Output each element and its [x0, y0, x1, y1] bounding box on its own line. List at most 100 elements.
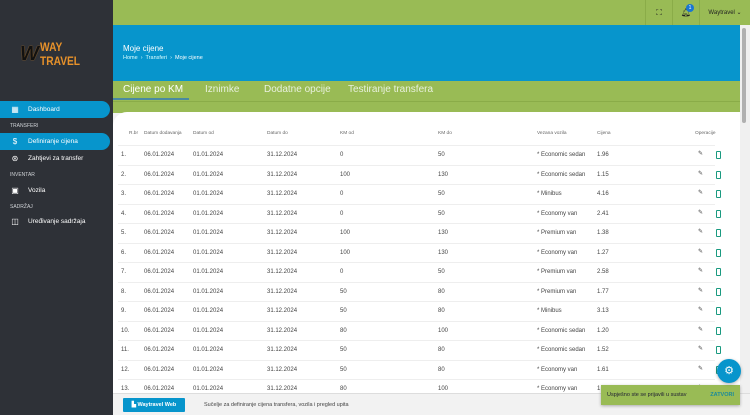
table-cell: 31.12.2024: [267, 386, 298, 392]
edit-icon[interactable]: ✎: [698, 326, 703, 333]
delete-icon[interactable]: [716, 209, 721, 218]
edit-icon[interactable]: ✎: [698, 170, 703, 177]
table-cell: 2.: [121, 171, 127, 178]
column-header: Vezana vozila: [537, 131, 567, 136]
sidebar-item-zahtjevi[interactable]: ⊛ Zahtjevi za transfer: [0, 150, 110, 167]
sidebar-item-definiranje-cijena[interactable]: $ Definiranje cijena: [0, 133, 110, 150]
table-cell: 06.01.2024: [144, 347, 175, 353]
delete-icon[interactable]: [716, 170, 721, 179]
active-tab-indicator: [113, 98, 189, 100]
delete-icon[interactable]: [716, 248, 721, 257]
table-cell: * Economic sedan: [537, 171, 586, 178]
sidebar-item-uredivanje[interactable]: ◫ Uređivanje sadržaja: [0, 213, 110, 230]
table-cell: * Economic sedan: [537, 327, 586, 334]
table-cell: 100: [438, 386, 449, 392]
toast-message: Uspješno ste se prijavili u sustav: [607, 392, 687, 398]
waytravel-web-button[interactable]: ▙ Waytravel Web: [123, 398, 185, 412]
edit-icon[interactable]: ✎: [698, 365, 703, 372]
edit-icon[interactable]: ✎: [698, 209, 703, 216]
delete-icon[interactable]: [716, 326, 721, 335]
table-cell: 100: [340, 171, 351, 178]
delete-icon[interactable]: [716, 268, 721, 276]
table-cell: 0: [340, 210, 344, 217]
table-cell: 31.12.2024: [267, 288, 298, 295]
table-cell: 0: [340, 152, 344, 158]
table-cell: 130: [438, 230, 449, 236]
breadcrumb-transferi[interactable]: Transferi: [146, 55, 168, 61]
settings-fab[interactable]: ⚙: [717, 359, 741, 383]
table-cell: 4.: [121, 210, 127, 217]
table-row: 6. 06.01.2024 01.01.2024 31.12.2024 100 130 * …: [118, 242, 721, 263]
table-cell: 01.01.2024: [193, 230, 224, 236]
edit-icon[interactable]: ✎: [698, 345, 703, 352]
table-cell: 06.01.2024: [144, 366, 175, 373]
tab-cijene-po-km[interactable]: Cijene po KM: [123, 84, 183, 95]
edit-icon[interactable]: ✎: [698, 287, 703, 294]
page-header: Moje cijene Home › Transferi › Moje cije…: [113, 25, 740, 81]
table-cell: 06.01.2024: [144, 288, 175, 295]
user-menu[interactable]: Waytravel ⌄: [699, 0, 750, 25]
table-cell: 31.12.2024: [267, 171, 298, 178]
notifications-button[interactable]: 🔔︎: [672, 0, 699, 25]
toast-close-button[interactable]: ZATVORI: [710, 392, 734, 398]
table-cell: 0: [340, 191, 344, 197]
tab-divider: [113, 101, 740, 102]
prices-table: R.br Datum dodavanja Datum od Datum do KM od…: [113, 112, 740, 393]
edit-icon[interactable]: ✎: [698, 150, 703, 157]
column-header: R.br: [129, 131, 139, 136]
toast: Uspješno ste se prijavili u sustav ZATVOR…: [601, 385, 740, 405]
table-cell: 06.01.2024: [144, 210, 175, 217]
delete-icon[interactable]: [716, 190, 721, 198]
table-cell: 13.: [121, 386, 130, 392]
delete-icon[interactable]: [716, 229, 721, 237]
edit-icon[interactable]: ✎: [698, 248, 703, 255]
table-cell: 9.: [121, 308, 127, 314]
table-cell: 31.12.2024: [267, 230, 298, 236]
delete-icon[interactable]: [716, 151, 721, 159]
tab-testiranje-transfera[interactable]: Testiranje transfera: [348, 84, 433, 95]
table-cell: 01.01.2024: [193, 347, 224, 353]
sidebar-item-vozila[interactable]: ▣ Vozila: [0, 182, 110, 199]
fullscreen-button[interactable]: ⛶: [645, 0, 672, 25]
table-cell: 50: [340, 347, 347, 353]
label: Dashboard: [28, 106, 60, 113]
table-cell: 06.01.2024: [144, 152, 175, 158]
delete-icon[interactable]: [716, 346, 721, 354]
column-header: Cijena: [597, 131, 611, 136]
edit-icon[interactable]: ✎: [698, 306, 703, 313]
breadcrumb-home[interactable]: Home: [123, 55, 138, 61]
section-transferi: TRANSFERI: [10, 123, 39, 129]
table-cell: 80: [438, 366, 445, 373]
top-bar: ⛶ 🔔︎ Waytravel ⌄: [113, 0, 750, 25]
delete-icon[interactable]: [716, 307, 721, 315]
table-cell: 06.01.2024: [144, 171, 175, 178]
content-icon: ◫: [11, 217, 19, 226]
table-cell: * Minibus: [537, 308, 562, 314]
scrollbar[interactable]: [740, 25, 750, 393]
table-cell: 31.12.2024: [267, 249, 298, 256]
table-row: 12. 06.01.2024 01.01.2024 31.12.2024 50 80 * E…: [118, 359, 721, 380]
delete-icon[interactable]: [716, 287, 721, 296]
table-cell: 50: [438, 269, 445, 275]
edit-icon[interactable]: ✎: [698, 228, 703, 235]
breadcrumb: Home › Transferi › Moje cijene: [123, 55, 203, 61]
tab-iznimke[interactable]: Iznimke: [205, 84, 239, 95]
table-cell: 50: [340, 308, 347, 314]
table-cell: 31.12.2024: [267, 269, 298, 275]
table-row: 3. 06.01.2024 01.01.2024 31.12.2024 0 50 * Min…: [118, 184, 721, 204]
edit-icon[interactable]: ✎: [698, 267, 703, 274]
table-cell: 50: [438, 191, 445, 197]
table-cell: 80: [340, 386, 347, 392]
label: Uređivanje sadržaja: [28, 218, 86, 225]
table-cell: 01.01.2024: [193, 191, 224, 197]
table-cell: 6.: [121, 249, 127, 256]
sidebar-item-dashboard[interactable]: ▦ Dashboard: [0, 101, 110, 118]
table-cell: 01.01.2024: [193, 249, 224, 256]
table-row: 2. 06.01.2024 01.01.2024 31.12.2024 100 130 * …: [118, 164, 721, 185]
tab-dodatne-opcije[interactable]: Dodatne opcije: [264, 84, 331, 95]
scrollbar-thumb[interactable]: [742, 28, 746, 123]
table-cell: 06.01.2024: [144, 230, 175, 236]
column-header: Datum od: [193, 131, 214, 136]
edit-icon[interactable]: ✎: [698, 189, 703, 196]
table-cell: 01.01.2024: [193, 152, 224, 158]
